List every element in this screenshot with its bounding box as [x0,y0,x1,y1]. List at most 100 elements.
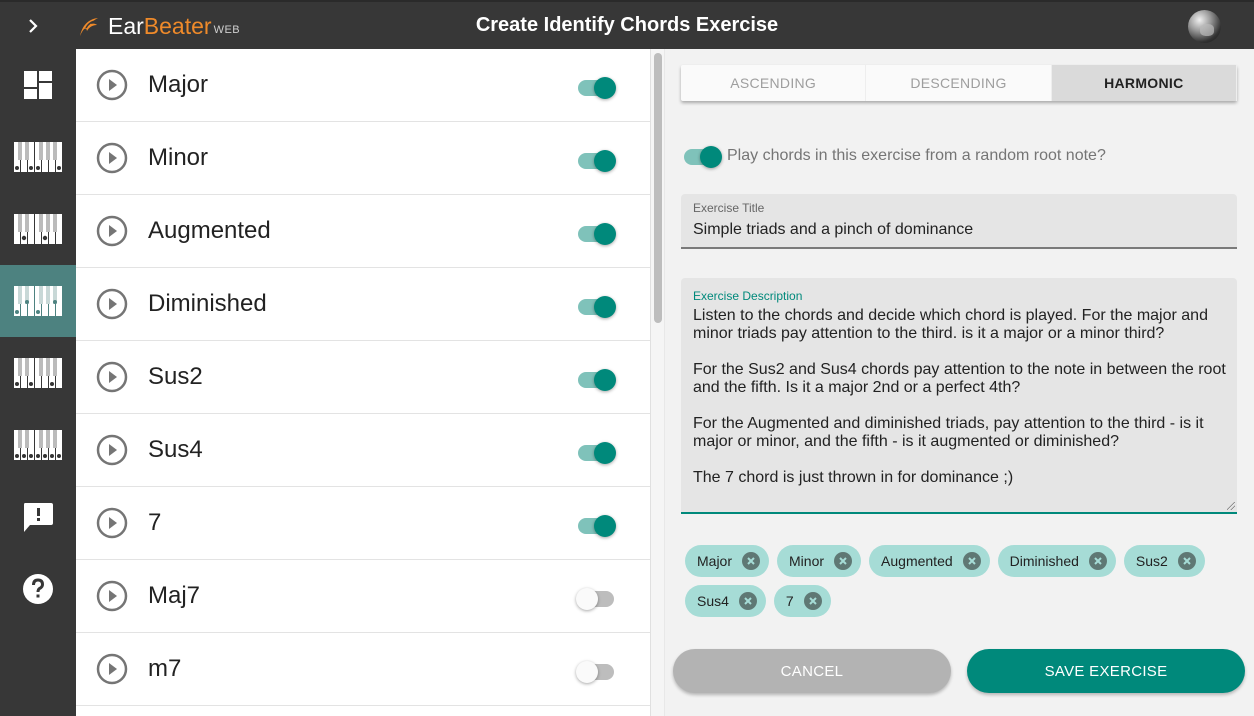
chord-name: Minor [148,144,209,171]
exercise-title-label: Exercise Title [693,201,765,215]
toggle-thumb [594,77,616,99]
remove-chip-icon[interactable] [1088,552,1107,570]
chord-row: 7 [76,487,650,560]
chord-chip: Major [685,545,770,577]
sidebar-item-identify-intervals[interactable] [0,193,76,265]
dashboard-icon [24,71,52,99]
chip-label: Major [697,553,733,569]
chip-label: 7 [785,593,794,609]
exercise-form-panel: ASCENDING DESCENDING HARMONIC Play chords … [666,49,1254,716]
piano-keys-icon [14,430,62,460]
remove-chip-icon[interactable] [962,552,981,570]
toggle-thumb [594,223,616,245]
exercise-description-textarea[interactable]: Listen to the chords and decide which ch… [693,307,1233,487]
chord-enabled-toggle[interactable] [578,77,616,99]
tab-ascending[interactable]: ASCENDING [681,65,867,101]
chord-row: Sus4 [76,414,650,487]
feedback-icon [24,503,53,532]
play-circle-icon[interactable] [96,361,128,393]
exercise-title-input[interactable]: Simple triads and a pinch of dominance [693,221,973,239]
exercise-title-field[interactable]: Exercise Title Simple triads and a pinch… [681,194,1237,249]
chord-enabled-toggle[interactable] [578,150,616,172]
chord-enabled-toggle[interactable] [578,442,616,464]
tab-harmonic[interactable]: HARMONIC [1051,65,1237,101]
cancel-button[interactable]: CANCEL [673,649,951,693]
chord-name: Sus4 [148,436,203,463]
play-circle-icon[interactable] [96,507,128,539]
play-circle-icon[interactable] [96,142,128,174]
chord-name: Major [148,71,209,98]
sidebar-item-dashboard[interactable] [0,49,76,121]
chord-enabled-toggle[interactable] [576,588,614,610]
chord-row: Major [76,49,650,122]
play-circle-icon[interactable] [96,288,128,320]
chip-label: Sus2 [1135,553,1168,569]
app-logo[interactable]: Ear Beater WEB [76,8,240,44]
scrollbar-thumb[interactable] [654,53,662,323]
chord-enabled-toggle[interactable] [578,369,616,391]
sidebar-item-identify-scales[interactable] [0,337,76,409]
tab-descending[interactable]: DESCENDING [866,65,1052,101]
expand-menu-button[interactable] [0,2,66,49]
chip-label: Minor [789,553,825,569]
chord-row: Maj7 [76,560,650,633]
chord-name: Sus2 [148,363,203,390]
resize-handle-icon[interactable] [1227,502,1235,510]
play-circle-icon[interactable] [96,580,128,612]
chord-row: m7 [76,633,650,706]
chip-label: Diminished [1009,553,1079,569]
piano-keys-icon [14,286,62,316]
chord-name: Augmented [148,217,271,244]
sidebar-item-identify-progressions[interactable] [0,409,76,481]
exercise-description-field[interactable]: Exercise Description Listen to the chord… [681,278,1237,514]
play-circle-icon[interactable] [96,434,128,466]
chord-chip: Diminished [997,545,1116,577]
remove-chip-icon[interactable] [738,592,757,610]
selected-chords-chips: Major Minor Augmented Diminished Sus2 Sus4 7 [685,545,1225,617]
sidebar-nav [0,49,76,716]
remove-chip-icon[interactable] [803,592,822,610]
logo-text-beater: Beater [143,12,212,39]
random-root-label: Play chords in this exercise from a rand… [727,147,1106,164]
remove-chip-icon[interactable] [742,552,761,570]
help-icon [23,574,53,604]
toggle-thumb [576,588,598,610]
play-circle-icon[interactable] [96,215,128,247]
remove-chip-icon[interactable] [1177,552,1196,570]
remove-chip-icon[interactable] [834,552,853,570]
random-root-toggle[interactable] [684,146,722,168]
chord-name: Maj7 [148,582,201,609]
exercise-description-label: Exercise Description [693,289,803,303]
save-exercise-button[interactable]: SAVE EXERCISE [967,649,1245,693]
chord-chip: Sus2 [1123,545,1205,577]
logo-ear-icon [80,18,98,36]
piano-keys-icon [14,142,62,172]
play-circle-icon[interactable] [96,69,128,101]
toggle-thumb [594,442,616,464]
sidebar-item-identify-notes[interactable] [0,121,76,193]
toggle-thumb [594,515,616,537]
sidebar-item-help[interactable] [0,553,76,625]
chord-enabled-toggle[interactable] [578,515,616,537]
play-circle-icon[interactable] [96,653,128,685]
chord-row: Minor [76,122,650,195]
chord-name: m7 [148,655,182,682]
chord-enabled-toggle[interactable] [576,661,614,683]
sidebar-item-identify-chords[interactable] [0,265,76,337]
chord-name: 7 [148,509,162,536]
chord-chip: Sus4 [685,585,766,617]
chord-name: Diminished [148,290,267,317]
chord-enabled-toggle[interactable] [578,296,616,318]
sidebar-item-feedback[interactable] [0,481,76,553]
toggle-thumb [594,369,616,391]
chord-enabled-toggle[interactable] [578,223,616,245]
chord-chip: 7 [773,585,831,617]
user-avatar[interactable] [1188,10,1221,43]
chord-list-scrollbar[interactable] [651,49,665,716]
playback-mode-tabs: ASCENDING DESCENDING HARMONIC [681,65,1237,101]
chord-chip: Augmented [869,545,990,577]
chord-list: Major Minor Augmented Diminished Sus2 Sus4 7 Ma… [76,49,651,716]
piano-keys-icon [14,214,62,244]
chip-label: Sus4 [697,593,729,609]
chord-chip: Minor [777,545,862,577]
